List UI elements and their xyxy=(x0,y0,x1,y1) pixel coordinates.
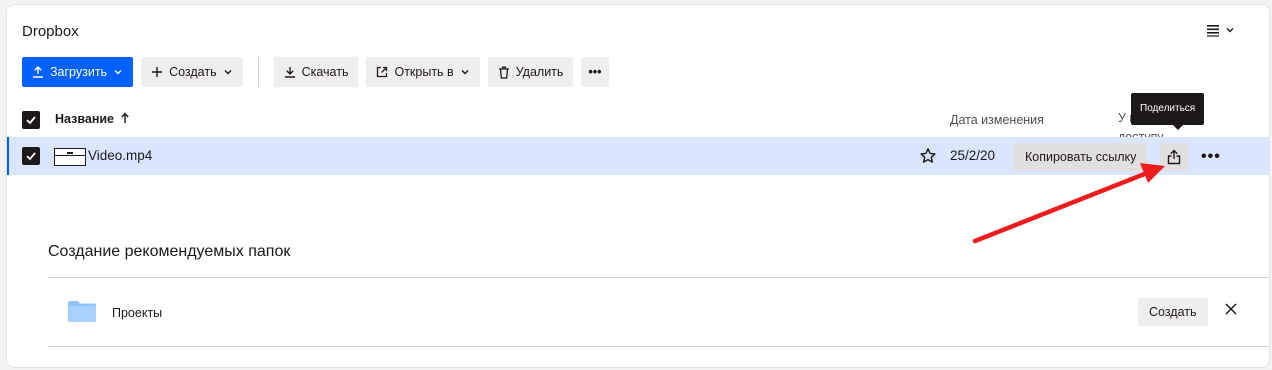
create-folder-button[interactable]: Создать xyxy=(1138,298,1208,326)
share-button[interactable] xyxy=(1160,143,1188,171)
row-more-button[interactable]: ••• xyxy=(1201,148,1221,166)
more-actions-button[interactable]: ••• xyxy=(581,57,609,87)
modified-date: 25/2/20 xyxy=(950,148,996,163)
list-item: Проекты Создать xyxy=(48,278,1269,346)
download-icon xyxy=(284,67,295,78)
create-button[interactable]: Создать xyxy=(141,57,243,87)
open-external-icon xyxy=(377,66,388,78)
folder-icon xyxy=(68,301,96,322)
star-icon[interactable] xyxy=(919,147,937,165)
upload-label: Загрузить xyxy=(50,65,108,79)
select-all-checkbox[interactable] xyxy=(22,111,40,129)
list-view-icon xyxy=(1207,25,1219,37)
name-column-label: Название xyxy=(55,112,115,126)
toolbar: Загрузить Создать Скачать Открыть в Удал… xyxy=(22,57,609,87)
divider xyxy=(48,346,1269,347)
chevron-down-icon xyxy=(224,70,232,75)
copy-link-button[interactable]: Копировать ссылку xyxy=(1014,143,1148,171)
delete-button[interactable]: Удалить xyxy=(487,57,574,87)
download-button[interactable]: Скачать xyxy=(273,57,359,87)
sort-by-name-header[interactable]: Название xyxy=(55,112,130,126)
create-label: Создать xyxy=(169,65,217,79)
folder-name: Проекты xyxy=(112,306,163,320)
delete-label: Удалить xyxy=(515,65,564,79)
chevron-down-icon xyxy=(1226,28,1234,33)
checkmark-icon xyxy=(26,152,36,161)
dropbox-files-panel: Dropbox Загрузить Создать Скачать Открыт… xyxy=(6,4,1270,368)
modified-column-header[interactable]: Дата изменения xyxy=(950,113,1044,127)
share-icon xyxy=(1167,149,1181,165)
checkmark-icon xyxy=(26,116,36,125)
chevron-down-icon xyxy=(461,70,469,75)
download-label: Скачать xyxy=(301,65,349,79)
more-label: ••• xyxy=(588,65,602,79)
sort-ascending-icon xyxy=(121,112,129,123)
page-title: Dropbox xyxy=(22,23,79,40)
table-header: Название Дата изменения У к доступу xyxy=(22,109,1262,144)
plus-icon xyxy=(152,67,163,77)
open-in-button[interactable]: Открыть в xyxy=(366,57,480,87)
upload-icon xyxy=(33,66,43,78)
open-in-label: Открыть в xyxy=(394,65,454,79)
toolbar-divider xyxy=(257,57,259,87)
view-options-button[interactable] xyxy=(1205,23,1235,37)
file-name[interactable]: Video.mp4 xyxy=(88,148,152,163)
video-file-icon xyxy=(54,148,86,166)
chevron-down-icon xyxy=(114,70,122,75)
trash-icon xyxy=(498,66,509,79)
close-icon[interactable] xyxy=(1224,302,1238,316)
table-row[interactable]: Video.mp4 25/2/20 Копировать ссылку ••• xyxy=(7,137,1269,175)
upload-button[interactable]: Загрузить xyxy=(22,57,134,87)
share-tooltip: Поделиться xyxy=(1131,93,1205,130)
row-checkbox[interactable] xyxy=(22,147,40,165)
suggested-folders-title: Создание рекомендуемых папок xyxy=(48,243,291,260)
